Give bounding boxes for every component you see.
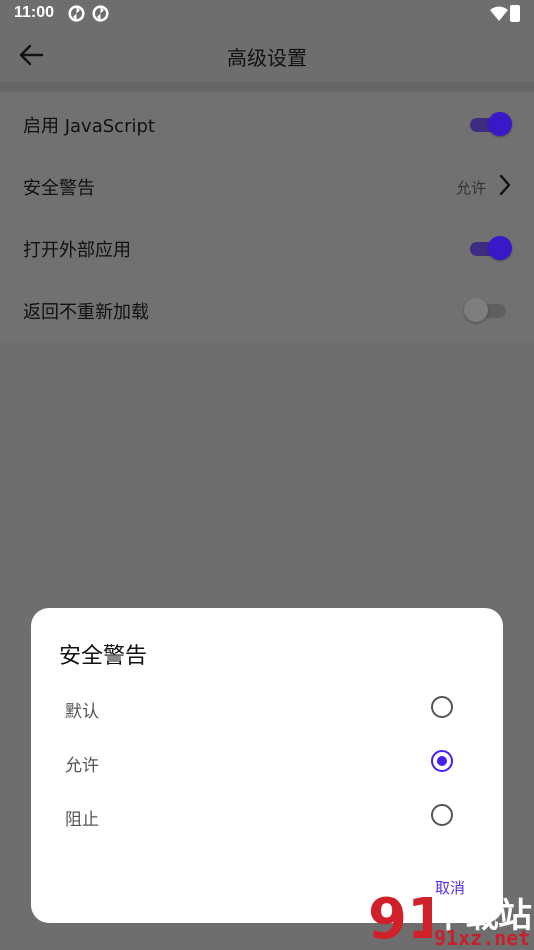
toggle-thumb xyxy=(488,112,512,136)
setting-security-warning[interactable]: 安全警告 允许 xyxy=(0,154,534,216)
dialog-title: 安全警告 xyxy=(59,644,148,669)
setting-value: 允许 xyxy=(455,179,486,197)
javascript-toggle[interactable] xyxy=(470,112,512,136)
option-label: 允许 xyxy=(65,756,99,776)
option-default[interactable]: 默认 xyxy=(31,681,503,735)
battery-charging-icon xyxy=(510,5,520,22)
security-warning-dialog: 安全警告 默认 允许 阻止 取消 xyxy=(31,608,503,923)
watermark-site: 91xz.net xyxy=(434,926,531,950)
app-bar: 高级设置 xyxy=(0,28,534,82)
setting-back-no-reload[interactable]: 返回不重新加载 xyxy=(0,278,534,340)
radio-button-checked[interactable] xyxy=(431,750,453,772)
setting-open-external-apps[interactable]: 打开外部应用 xyxy=(0,216,534,278)
option-label: 阻止 xyxy=(65,810,99,830)
sync-icon xyxy=(68,5,85,22)
settings-list: 启用 JavaScript 安全警告 允许 打开外部应用 返回不重新加载 xyxy=(0,92,534,342)
toggle-thumb xyxy=(464,298,488,322)
page-title: 高级设置 xyxy=(227,46,307,70)
chevron-right-icon xyxy=(499,174,511,196)
status-bar: 11:00 xyxy=(0,0,534,28)
option-allow[interactable]: 允许 xyxy=(31,735,503,789)
setting-label: 打开外部应用 xyxy=(23,240,131,261)
option-label: 默认 xyxy=(65,702,99,722)
svg-text:91: 91 xyxy=(368,887,432,950)
no-reload-toggle[interactable] xyxy=(464,298,508,322)
divider xyxy=(0,82,534,92)
site-watermark: 91 下载站 91xz.net xyxy=(364,886,534,950)
toggle-thumb xyxy=(488,236,512,260)
setting-label: 返回不重新加载 xyxy=(23,302,149,323)
setting-label: 启用 JavaScript xyxy=(23,116,155,137)
radio-button[interactable] xyxy=(431,696,453,718)
option-block[interactable]: 阻止 xyxy=(31,789,503,843)
wifi-icon xyxy=(490,6,508,21)
setting-label: 安全警告 xyxy=(23,178,95,199)
radio-dot xyxy=(437,756,447,766)
sync-icon xyxy=(92,5,109,22)
radio-button[interactable] xyxy=(431,804,453,826)
status-time: 11:00 xyxy=(14,4,55,21)
external-apps-toggle[interactable] xyxy=(470,236,512,260)
logo-icon: 91 xyxy=(368,887,432,950)
setting-enable-javascript[interactable]: 启用 JavaScript xyxy=(0,92,534,154)
